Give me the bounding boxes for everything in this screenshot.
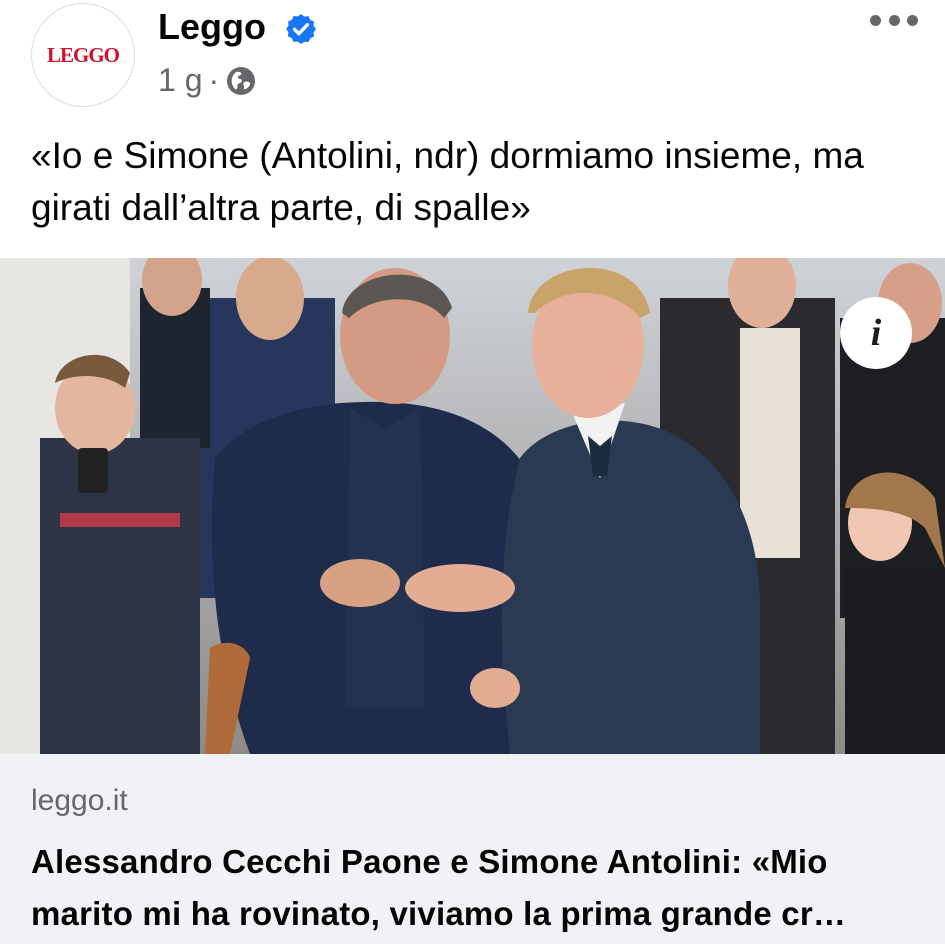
post-timestamp[interactable]: 1 g	[158, 62, 202, 99]
more-horizontal-icon	[870, 14, 881, 26]
wedding-photo-illustration	[0, 258, 945, 754]
meta-separator: ·	[208, 62, 220, 98]
info-icon[interactable]: i	[840, 297, 912, 369]
verified-badge-icon	[286, 14, 317, 44]
globe-icon	[227, 66, 256, 95]
more-options-button[interactable]	[866, 6, 922, 34]
page-name-link[interactable]: Leggo	[158, 6, 266, 48]
more-dot	[888, 14, 900, 26]
post-meta: 1 g ·	[158, 62, 257, 99]
link-title-line-2: marito mi ha rovinato, viviamo la prima …	[31, 895, 847, 932]
more-dot	[907, 14, 918, 26]
post-header: LEGGO Leggo 1 g ·	[0, 0, 945, 120]
post-message: «Io e Simone (Antolini, ndr) dormiamo in…	[31, 135, 864, 228]
page-avatar[interactable]: LEGGO	[31, 3, 135, 107]
post-photo[interactable]	[0, 258, 945, 754]
avatar-logo-text: LEGGO	[46, 42, 120, 67]
link-domain: leggo.it	[31, 784, 128, 817]
link-title-line-1: Alessandro Cecchi Paone e Simone Antolin…	[31, 843, 828, 880]
link-title: Alessandro Cecchi Paone e Simone Antolin…	[31, 836, 921, 940]
link-preview-card[interactable]: leggo.it Alessandro Cecchi Paone e Simon…	[0, 754, 945, 944]
